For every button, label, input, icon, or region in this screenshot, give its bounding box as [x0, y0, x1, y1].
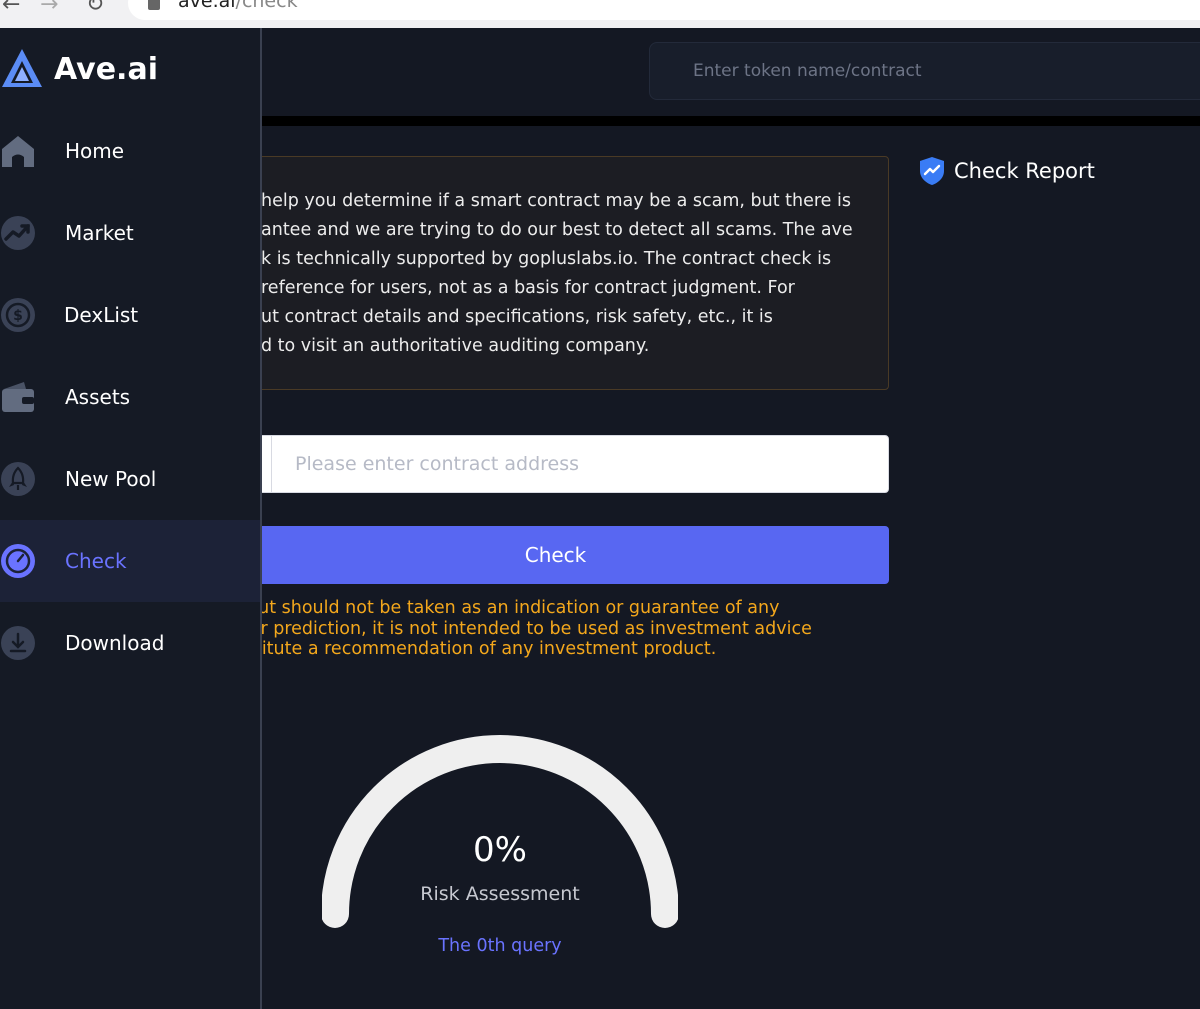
sidebar-item-label: Assets: [65, 385, 131, 409]
sidebar-item-label: Market: [65, 221, 134, 245]
main-content: help you determine if a smart contract m…: [202, 28, 1200, 1009]
url-path: /check: [235, 0, 298, 12]
sidebar-item-dexlist[interactable]: $ DexList: [0, 274, 260, 356]
notice-line: ut contract details and specifications, …: [261, 307, 773, 327]
contract-address-input[interactable]: [275, 436, 875, 492]
check-report-header: Check Report: [918, 156, 1095, 186]
sidebar-item-download[interactable]: Download: [0, 602, 260, 684]
lock-icon: [148, 0, 160, 10]
disclaimer-text: e output should not be taken as an indic…: [202, 598, 882, 660]
market-icon: [1, 216, 35, 250]
wallet-icon: [2, 382, 34, 412]
ave-logo-icon: [2, 49, 42, 87]
notice-line: help you determine if a smart contract m…: [261, 191, 851, 211]
logo[interactable]: Ave.ai: [0, 46, 158, 92]
sidebar-item-assets[interactable]: Assets: [0, 356, 260, 438]
query-count: The 0th query: [438, 936, 562, 956]
contract-address-field[interactable]: [222, 435, 889, 493]
token-search-input[interactable]: [650, 43, 1200, 99]
disclaimer-line: e output should not be taken as an indic…: [202, 598, 780, 618]
shield-icon: [920, 157, 944, 185]
sidebar-item-label: Download: [65, 631, 165, 655]
logo-text: Ave.ai: [54, 51, 158, 87]
url-text[interactable]: ave.ai/check: [178, 0, 298, 12]
reload-icon[interactable]: ↻: [86, 0, 104, 17]
notice-line: reference for users, not as a basis for …: [261, 278, 795, 298]
disclaimer-line: t constitute a recommendation of any inv…: [202, 639, 717, 659]
notice-text: help you determine if a smart contract m…: [261, 187, 861, 361]
browser-toolbar: ← → ↻ ave.ai/check: [0, 0, 1200, 28]
sidebar-item-label: DexList: [64, 303, 139, 327]
back-arrow-icon[interactable]: ←: [2, 0, 20, 17]
sidebar-item-label: Home: [65, 139, 125, 163]
download-icon: [1, 626, 35, 660]
forward-arrow-icon[interactable]: →: [40, 0, 58, 17]
home-icon: [2, 136, 34, 167]
disclaimer-line: ance or prediction, it is not intended t…: [202, 618, 812, 639]
sidebar: Ave.ai Home Market $ DexList Assets New …: [0, 28, 262, 1009]
notice-line: k is technically supported by gopluslabs…: [261, 249, 832, 269]
dollar-icon: $: [1, 298, 35, 332]
sidebar-nav: Home Market $ DexList Assets New Pool Ch…: [0, 110, 260, 684]
svg-text:$: $: [13, 308, 23, 324]
check-gauge-icon: [1, 544, 35, 578]
notice-box: help you determine if a smart contract m…: [222, 156, 889, 390]
check-report-title: Check Report: [954, 159, 1095, 183]
risk-value: 0%: [473, 830, 527, 870]
check-button[interactable]: Check: [222, 526, 889, 584]
top-bar: [262, 28, 1200, 116]
header-divider: [262, 116, 1200, 126]
notice-line: antee and we are trying to do our best t…: [261, 220, 853, 240]
sidebar-item-check[interactable]: Check: [0, 520, 260, 602]
sidebar-item-label: New Pool: [65, 467, 157, 491]
sidebar-item-new-pool[interactable]: New Pool: [0, 438, 260, 520]
sidebar-item-market[interactable]: Market: [0, 192, 260, 274]
chain-select-divider: [271, 436, 272, 492]
sidebar-item-label: Check: [65, 549, 127, 573]
notice-line: d to visit an authoritative auditing com…: [261, 336, 650, 356]
token-search[interactable]: [649, 42, 1200, 100]
sidebar-item-home[interactable]: Home: [0, 110, 260, 192]
risk-label: Risk Assessment: [420, 883, 580, 905]
rocket-icon: [1, 462, 35, 496]
url-host: ave.ai: [178, 0, 236, 12]
